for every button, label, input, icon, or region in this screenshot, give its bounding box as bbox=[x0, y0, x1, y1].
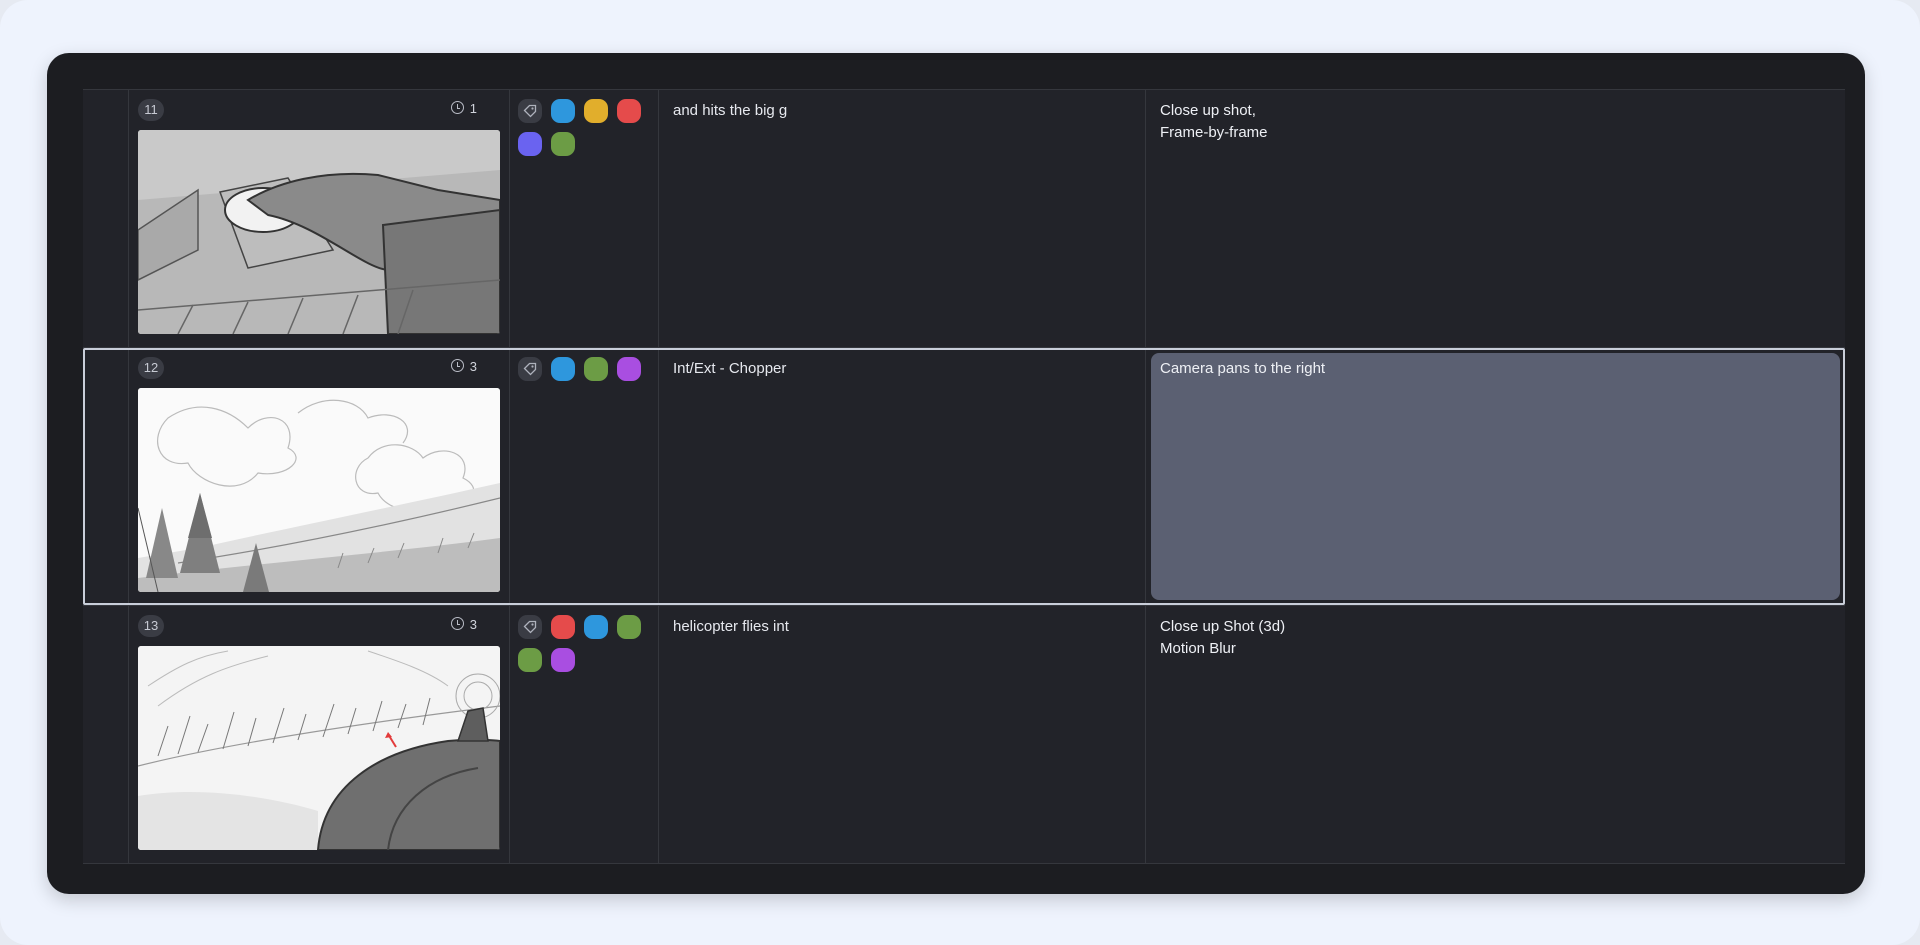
tag-icon[interactable] bbox=[518, 357, 542, 381]
shot-cell[interactable]: 11 1 bbox=[129, 90, 509, 347]
tag-list bbox=[518, 99, 658, 165]
row-gutter[interactable] bbox=[83, 90, 128, 347]
shot-duration: 3 bbox=[450, 359, 477, 374]
notes-line: Camera pans to the right bbox=[1160, 360, 1326, 377]
color-tag[interactable] bbox=[518, 648, 542, 672]
table-row[interactable]: 11 1 and hits the big g Close up shot, F… bbox=[83, 90, 1845, 347]
shot-number: 12 bbox=[138, 357, 164, 379]
notes-line: Close up Shot (3d) bbox=[1160, 618, 1286, 635]
tag-icon[interactable] bbox=[518, 615, 542, 639]
color-tag[interactable] bbox=[551, 357, 575, 381]
action-cell[interactable]: and hits the big g bbox=[659, 90, 1145, 347]
duration-value: 3 bbox=[469, 359, 477, 374]
notes-cell-editing[interactable]: Camera pans to the right bbox=[1146, 348, 1845, 605]
color-tag[interactable] bbox=[617, 357, 641, 381]
color-tag[interactable] bbox=[584, 99, 608, 123]
notes-cell[interactable]: Close up Shot (3d) Motion Blur bbox=[1146, 606, 1845, 863]
color-tag[interactable] bbox=[584, 357, 608, 381]
page-background: 11 1 and hits the big g Close up shot, F… bbox=[0, 0, 1920, 945]
shot-thumbnail[interactable] bbox=[138, 130, 500, 334]
color-tag[interactable] bbox=[617, 615, 641, 639]
clock-icon bbox=[450, 101, 464, 114]
color-tag[interactable] bbox=[551, 132, 575, 156]
notes-editor[interactable]: Camera pans to the right bbox=[1151, 353, 1840, 600]
row-gutter[interactable] bbox=[83, 348, 128, 605]
notes-line: Frame-by-frame bbox=[1160, 124, 1268, 141]
clock-icon bbox=[450, 617, 464, 630]
table-row-selected[interactable]: 12 3 Int/Ext - Chopper Camera pans to th… bbox=[83, 348, 1845, 605]
action-cell[interactable]: helicopter flies int bbox=[659, 606, 1145, 863]
color-tag[interactable] bbox=[617, 99, 641, 123]
tags-cell[interactable] bbox=[510, 606, 658, 863]
tags-cell[interactable] bbox=[510, 348, 658, 605]
shot-cell[interactable]: 12 3 bbox=[129, 348, 509, 605]
shot-thumbnail[interactable] bbox=[138, 388, 500, 592]
action-text: Int/Ext - Chopper bbox=[673, 360, 787, 377]
shot-table: 11 1 and hits the big g Close up shot, F… bbox=[83, 89, 1845, 864]
color-tag[interactable] bbox=[551, 615, 575, 639]
shot-cell[interactable]: 13 3 bbox=[129, 606, 509, 863]
shot-number: 11 bbox=[138, 99, 164, 121]
action-text: helicopter flies int bbox=[673, 618, 789, 635]
action-text: and hits the big g bbox=[673, 102, 788, 119]
notes-cell[interactable]: Close up shot, Frame-by-frame bbox=[1146, 90, 1845, 347]
table-row[interactable]: 13 3 helicopter flies int Close up Shot … bbox=[83, 606, 1845, 863]
tag-list bbox=[518, 357, 658, 390]
row-gutter[interactable] bbox=[83, 606, 128, 863]
color-tag[interactable] bbox=[584, 615, 608, 639]
tag-list bbox=[518, 615, 658, 681]
tags-cell[interactable] bbox=[510, 90, 658, 347]
notes-text: Close up Shot (3d) Motion Blur bbox=[1160, 616, 1285, 660]
notes-text: Close up shot, Frame-by-frame bbox=[1160, 100, 1268, 144]
shot-number: 13 bbox=[138, 615, 164, 637]
shot-thumbnail[interactable] bbox=[138, 646, 500, 850]
notes-line: Motion Blur bbox=[1160, 640, 1236, 657]
notes-line: Close up shot, bbox=[1160, 102, 1256, 119]
clock-icon bbox=[450, 359, 464, 372]
color-tag[interactable] bbox=[551, 648, 575, 672]
storyboard-panel: 11 1 and hits the big g Close up shot, F… bbox=[47, 53, 1865, 894]
color-tag[interactable] bbox=[518, 132, 542, 156]
duration-value: 3 bbox=[469, 617, 477, 632]
color-tag[interactable] bbox=[551, 99, 575, 123]
action-cell[interactable]: Int/Ext - Chopper bbox=[659, 348, 1145, 605]
notes-text: Camera pans to the right bbox=[1160, 358, 1325, 380]
tag-icon[interactable] bbox=[518, 99, 542, 123]
shot-duration: 1 bbox=[450, 101, 477, 116]
shot-duration: 3 bbox=[450, 617, 477, 632]
duration-value: 1 bbox=[469, 101, 477, 116]
